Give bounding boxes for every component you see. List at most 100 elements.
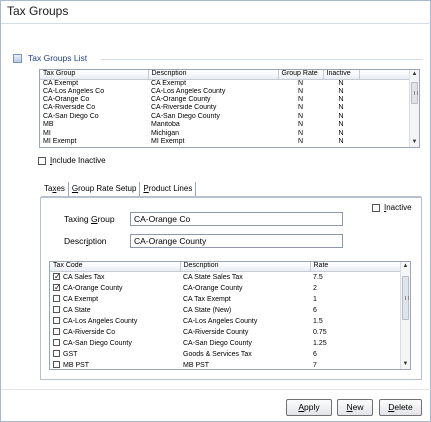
- col-header-rate[interactable]: Rate: [310, 262, 403, 272]
- scroll-up-icon[interactable]: ▲: [401, 262, 410, 271]
- tax-description-cell: CA State (New): [183, 306, 232, 314]
- table-cell-filler: [359, 113, 411, 121]
- table-row[interactable]: CA-San Diego Co CA-San Diego County N N: [40, 113, 411, 121]
- table-cell: N: [338, 129, 344, 137]
- table-cell-filler: [359, 138, 411, 146]
- list-item[interactable]: CA State CA State (New) 6: [50, 305, 402, 316]
- scroll-thumb[interactable]: [402, 276, 409, 320]
- window-title: Tax Groups: [7, 4, 69, 18]
- table-cell: CA Exempt: [151, 79, 187, 87]
- scroll-down-icon[interactable]: ▼: [401, 360, 410, 369]
- table-cell: CA-Orange County: [151, 96, 211, 104]
- tax-code-cell: MB PST: [50, 360, 180, 370]
- tax-rate-cell: 2: [313, 284, 317, 292]
- list-item[interactable]: CA Exempt CA Tax Exempt 1: [50, 294, 402, 305]
- list-item[interactable]: CA Sales Tax CA State Sales Tax 7.5: [50, 271, 402, 283]
- tax-code-label: GST: [63, 350, 78, 358]
- tax-code-cell: CA State: [50, 305, 180, 316]
- checkbox-icon[interactable]: [38, 156, 46, 165]
- codes-scrollbar[interactable]: ▲ ▼: [400, 262, 410, 369]
- table-cell: N: [338, 138, 344, 146]
- scroll-thumb[interactable]: [411, 82, 418, 104]
- checkbox-icon[interactable]: [53, 283, 61, 292]
- tax-rate-cell: 1.5: [313, 317, 323, 325]
- tax-code-label: CA-San Diego County: [63, 339, 132, 347]
- checkbox-icon[interactable]: [53, 339, 60, 347]
- taxing-group-label: Taxing Group: [64, 214, 115, 224]
- scroll-up-icon[interactable]: ▲: [410, 70, 419, 79]
- table-row[interactable]: CA-Riverside Co CA-Riverside County N N: [40, 104, 411, 112]
- groups-scrollbar[interactable]: ▲ ▼: [409, 70, 419, 147]
- tax-description-cell: CA-San Diego County: [183, 339, 252, 347]
- description-field[interactable]: CA-Orange County: [130, 234, 343, 248]
- table-cell: CA-Riverside Co: [43, 104, 96, 112]
- checkbox-icon[interactable]: [53, 272, 61, 281]
- table-row[interactable]: MI Exempt MI Exempt N N: [40, 138, 411, 146]
- checkbox-icon[interactable]: [53, 306, 60, 314]
- col-header-tax-code[interactable]: Tax Code: [50, 262, 181, 272]
- table-row[interactable]: MB Manitoba N N: [40, 121, 411, 129]
- list-item[interactable]: CA-Los Angeles County CA-Los Angeles Coun…: [50, 316, 402, 327]
- table-row[interactable]: MI Michigan N N: [40, 129, 411, 137]
- apply-button[interactable]: Apply: [286, 399, 332, 416]
- checkbox-icon[interactable]: [53, 350, 60, 358]
- tab-strip: Taxes Group Rate Setup Product Lines: [41, 182, 197, 197]
- col-header-group-rate[interactable]: Group Rate: [278, 70, 324, 80]
- col-header-description[interactable]: Description: [148, 70, 279, 80]
- tax-rate-cell: 6: [313, 306, 317, 314]
- table-row[interactable]: CA Exempt CA Exempt N N: [40, 79, 411, 88]
- tab-taxes[interactable]: Taxes: [41, 182, 69, 197]
- table-row[interactable]: CA-Los Angeles Co CA-Los Angeles County N N: [40, 88, 411, 96]
- tab-product-lines[interactable]: Product Lines: [140, 182, 197, 197]
- list-item[interactable]: CA-San Diego County CA-San Diego County 1.…: [50, 338, 402, 349]
- tax-description-cell: Goods & Services Tax: [183, 350, 252, 358]
- inactive-checkbox[interactable]: Inactive: [372, 203, 412, 212]
- table-cell: CA-San Diego Co: [43, 112, 99, 120]
- table-cell-filler: [359, 96, 411, 104]
- table-cell-filler: [359, 121, 411, 129]
- tab-group-rate-setup[interactable]: Group Rate Setup: [69, 182, 141, 197]
- tax-groups-grid[interactable]: Tax Group Description Group Rate Inactiv…: [39, 69, 420, 148]
- checkbox-icon[interactable]: [53, 328, 60, 336]
- checkbox-icon[interactable]: [53, 317, 60, 325]
- table-cell: N: [338, 87, 344, 95]
- checkbox-icon[interactable]: [372, 203, 380, 212]
- scroll-down-icon[interactable]: ▼: [410, 138, 419, 147]
- grid-header-row: Tax Group Description Group Rate Inactiv…: [40, 70, 411, 80]
- new-button[interactable]: New: [337, 399, 373, 416]
- checkbox-icon[interactable]: [53, 295, 60, 303]
- table-cell: N: [297, 138, 304, 146]
- table-cell-filler: [359, 88, 411, 96]
- list-item[interactable]: MB PST MB PST 7: [50, 360, 402, 370]
- tax-rate-cell: 7: [313, 361, 317, 369]
- list-item[interactable]: CA-Riverside Co CA-Riverside County 0.75: [50, 327, 402, 338]
- taxing-group-field[interactable]: CA-Orange Co: [130, 212, 343, 226]
- tax-codes-grid[interactable]: Tax Code Description Rate CA Sales TaxCA…: [49, 261, 411, 370]
- tax-code-cell: CA Sales Tax: [50, 271, 180, 283]
- section-divider: [101, 59, 423, 60]
- section-label: Tax Groups List: [28, 53, 88, 63]
- footer-divider: [1, 389, 431, 390]
- tax-description-cell: CA-Los Angeles County: [183, 317, 258, 325]
- delete-button[interactable]: Delete: [379, 399, 422, 416]
- tax-rate-cell: 0.75: [313, 328, 327, 336]
- list-item[interactable]: CA-Orange County CA-Orange County 2: [50, 283, 402, 294]
- col-header-description[interactable]: Description: [180, 262, 311, 272]
- table-cell: CA-Orange Co: [43, 96, 90, 104]
- tax-code-label: MB PST: [63, 361, 90, 369]
- col-header-tax-group[interactable]: Tax Group: [40, 70, 149, 80]
- col-header-inactive[interactable]: Inactive: [323, 70, 360, 80]
- tax-description-cell: CA Tax Exempt: [183, 295, 231, 303]
- table-cell: Michigan: [151, 129, 180, 137]
- list-item[interactable]: GST Goods & Services Tax 6: [50, 349, 402, 360]
- tax-code-cell: CA-Riverside Co: [50, 327, 180, 338]
- tax-description-cell: MB PST: [183, 361, 210, 369]
- table-cell: N: [338, 121, 344, 129]
- include-inactive-checkbox[interactable]: Include Inactive: [38, 156, 106, 165]
- description-label: Description: [64, 236, 107, 246]
- section-header[interactable]: Tax Groups List: [13, 53, 87, 63]
- table-cell: CA-Los Angeles Co: [43, 87, 105, 95]
- checkbox-icon[interactable]: [53, 361, 60, 369]
- table-cell: N: [297, 79, 304, 87]
- table-row[interactable]: CA-Orange Co CA-Orange County N N: [40, 96, 411, 104]
